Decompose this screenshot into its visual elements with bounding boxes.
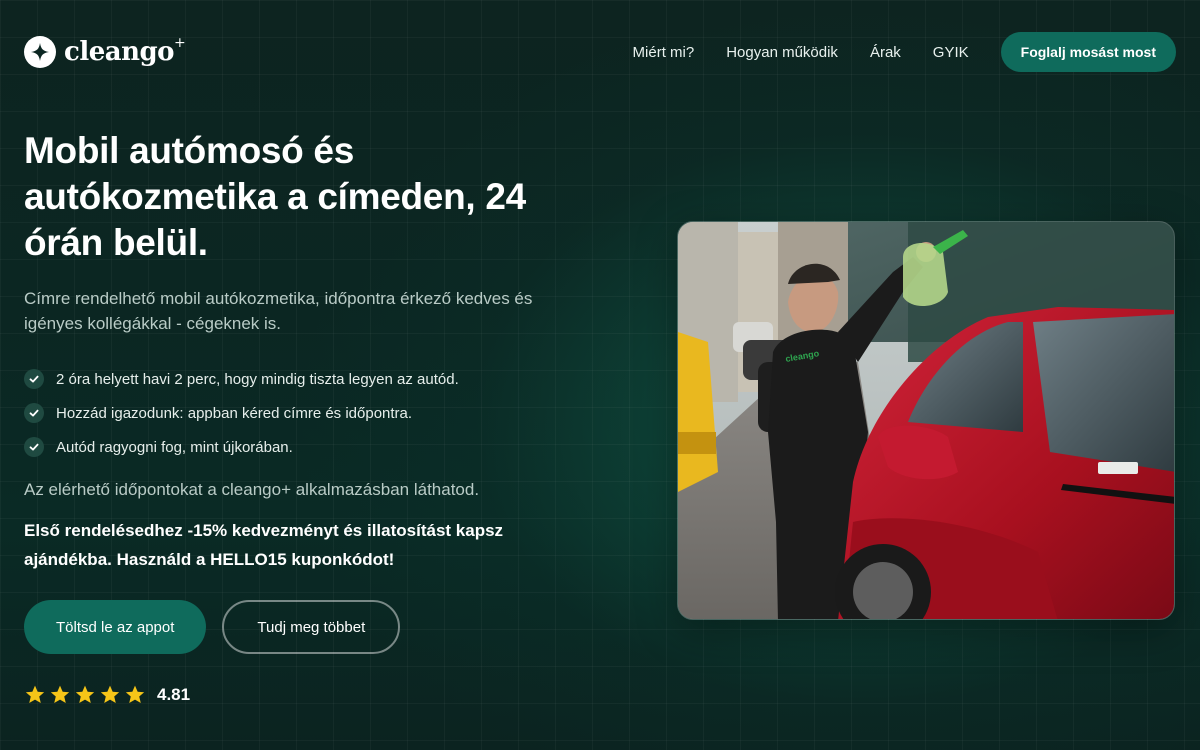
main-nav: Miért mi? Hogyan működik Árak GYIK Fogla…	[633, 32, 1176, 72]
nav-prices[interactable]: Árak	[870, 44, 901, 61]
nav-faq[interactable]: GYIK	[933, 44, 969, 61]
logo[interactable]: cleango+	[24, 35, 186, 68]
nav-how-it-works[interactable]: Hogyan működik	[726, 44, 838, 61]
feature-text: 2 óra helyett havi 2 perc, hogy mindig t…	[56, 370, 459, 388]
check-icon	[24, 403, 44, 423]
feature-list: 2 óra helyett havi 2 perc, hogy mindig t…	[24, 362, 594, 464]
feature-text: Autód ragyogni fog, mint újkorában.	[56, 438, 293, 456]
star-icon	[125, 685, 145, 703]
sparkle-logo-icon	[24, 36, 56, 68]
hero-title: Mobil autómosó és autókozmetika a címede…	[24, 130, 526, 263]
promo-text: Első rendelésedhez -15% kedvezményt és i…	[24, 521, 504, 569]
check-icon	[24, 369, 44, 389]
hero-photo: cleango	[677, 221, 1175, 620]
list-item: Hozzád igazodunk: appban kéred címre és …	[24, 396, 594, 430]
logo-wordmark: cleango+	[64, 35, 186, 67]
star-icon	[25, 685, 45, 703]
learn-more-button[interactable]: Tudj meg többet	[222, 600, 401, 654]
hero-section: Mobil autómosó és autókozmetika a címede…	[24, 128, 594, 706]
hero-lead: Címre rendelhető mobil autókozmetika, id…	[24, 289, 533, 333]
site-header: cleango+ Miért mi? Hogyan működik Árak G…	[24, 32, 1176, 72]
star-icon	[75, 685, 95, 703]
feature-text: Hozzád igazodunk: appban kéred címre és …	[56, 404, 413, 422]
rating-value: 4.81	[157, 685, 191, 704]
check-icon	[24, 437, 44, 457]
list-item: 2 óra helyett havi 2 perc, hogy mindig t…	[24, 362, 594, 396]
car-wash-illustration: cleango	[678, 222, 1174, 619]
star-icon	[100, 685, 120, 703]
star-icon	[50, 685, 70, 703]
rating: 4.81	[24, 684, 594, 706]
hero-buttons: Töltsd le az appot Tudj meg többet	[24, 600, 594, 654]
nav-why-us[interactable]: Miért mi?	[633, 44, 695, 61]
list-item: Autód ragyogni fog, mint újkorában.	[24, 430, 594, 464]
book-wash-button[interactable]: Foglalj mosást most	[1000, 32, 1176, 72]
availability-text: Az elérhető időpontokat a cleango+ alkal…	[24, 480, 480, 499]
download-app-button[interactable]: Töltsd le az appot	[24, 600, 207, 654]
